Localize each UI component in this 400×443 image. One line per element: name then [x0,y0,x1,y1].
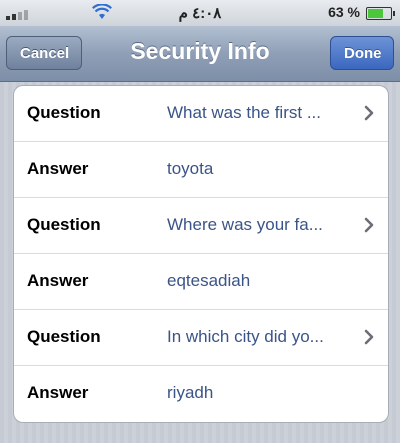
row-label: Question [27,215,101,234]
answer-row: Answer toyota [14,142,388,198]
row-label: Answer [27,383,89,402]
navigation-bar: Cancel Security Info Done [0,26,400,82]
question-row[interactable]: Question In which city did yo... [14,310,388,366]
chevron-right-icon [364,105,374,121]
battery-percent: 63 % [328,4,360,20]
answer-value[interactable]: riyadh [167,383,357,403]
chevron-right-icon [364,217,374,233]
row-label: Question [27,327,101,346]
answer-row: Answer eqtesadiah [14,254,388,310]
answer-value[interactable]: eqtesadiah [167,271,357,291]
row-label: Question [27,103,101,122]
content-area: Question What was the first ... Answer toyo… [0,82,400,443]
row-label: Answer [27,159,89,178]
battery-icon [366,7,395,20]
chevron-right-icon [364,329,374,345]
done-button[interactable]: Done [330,36,394,70]
question-row[interactable]: Question Where was your fa... [14,198,388,254]
question-value: In which city did yo... [167,327,324,346]
question-value: What was the first ... [167,103,321,122]
status-bar: ٤:٠٨ م 63 % [0,0,400,26]
security-table: Question What was the first ... Answer toyo… [13,85,389,423]
battery-level [368,9,384,18]
answer-row: Answer riyadh [14,366,388,422]
row-label: Answer [27,271,89,290]
question-row[interactable]: Question What was the first ... [14,86,388,142]
question-value: Where was your fa... [167,215,323,234]
answer-value[interactable]: toyota [167,159,357,179]
